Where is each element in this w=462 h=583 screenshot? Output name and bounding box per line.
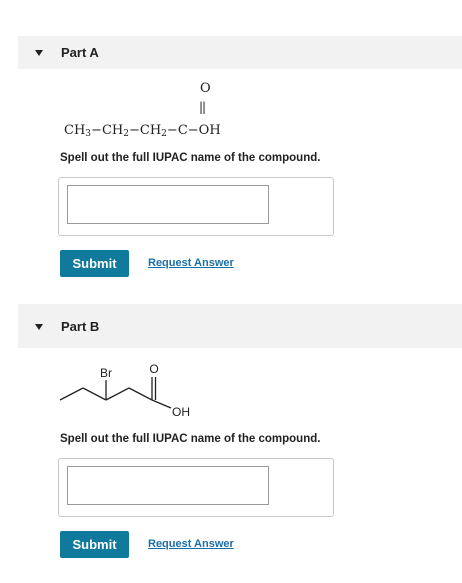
part-a-answer-input[interactable] xyxy=(67,185,269,224)
condensed-formula: CH3−CH2−CH2−C−OH xyxy=(64,123,221,139)
part-b-answer-box xyxy=(58,458,334,517)
bond-1 xyxy=(59,387,84,401)
part-a-request-answer-link[interactable]: Request Answer xyxy=(148,257,234,269)
bromine-label: Br xyxy=(100,366,112,380)
caret-down-icon[interactable] xyxy=(35,50,43,56)
bond-2 xyxy=(82,387,107,401)
part-b-skeletal-structure: Br O OH xyxy=(59,362,190,419)
oxygen-label: O xyxy=(149,362,158,376)
part-b-answer-input[interactable] xyxy=(67,466,269,505)
part-a-header[interactable]: Part A xyxy=(18,36,462,69)
part-a-answer-box xyxy=(58,177,334,236)
bond-4 xyxy=(128,387,153,401)
part-b-request-answer-link[interactable]: Request Answer xyxy=(148,538,234,550)
part-a-prompt: Spell out the full IUPAC name of the com… xyxy=(60,152,321,164)
part-b-header[interactable]: Part B xyxy=(18,304,462,348)
part-b-title: Part B xyxy=(61,318,100,334)
hydroxyl-label: OH xyxy=(172,405,190,419)
part-a-submit-button[interactable]: Submit xyxy=(60,250,129,277)
bond-oh xyxy=(151,399,172,409)
bond-3 xyxy=(105,387,130,401)
double-bond: || xyxy=(199,100,206,114)
carbonyl-oxygen: O xyxy=(200,81,211,96)
part-b-submit-button[interactable]: Submit xyxy=(60,531,129,558)
part-a-title: Part A xyxy=(61,45,99,60)
part-b-prompt: Spell out the full IUPAC name of the com… xyxy=(60,433,321,445)
caret-down-icon[interactable] xyxy=(35,323,43,330)
